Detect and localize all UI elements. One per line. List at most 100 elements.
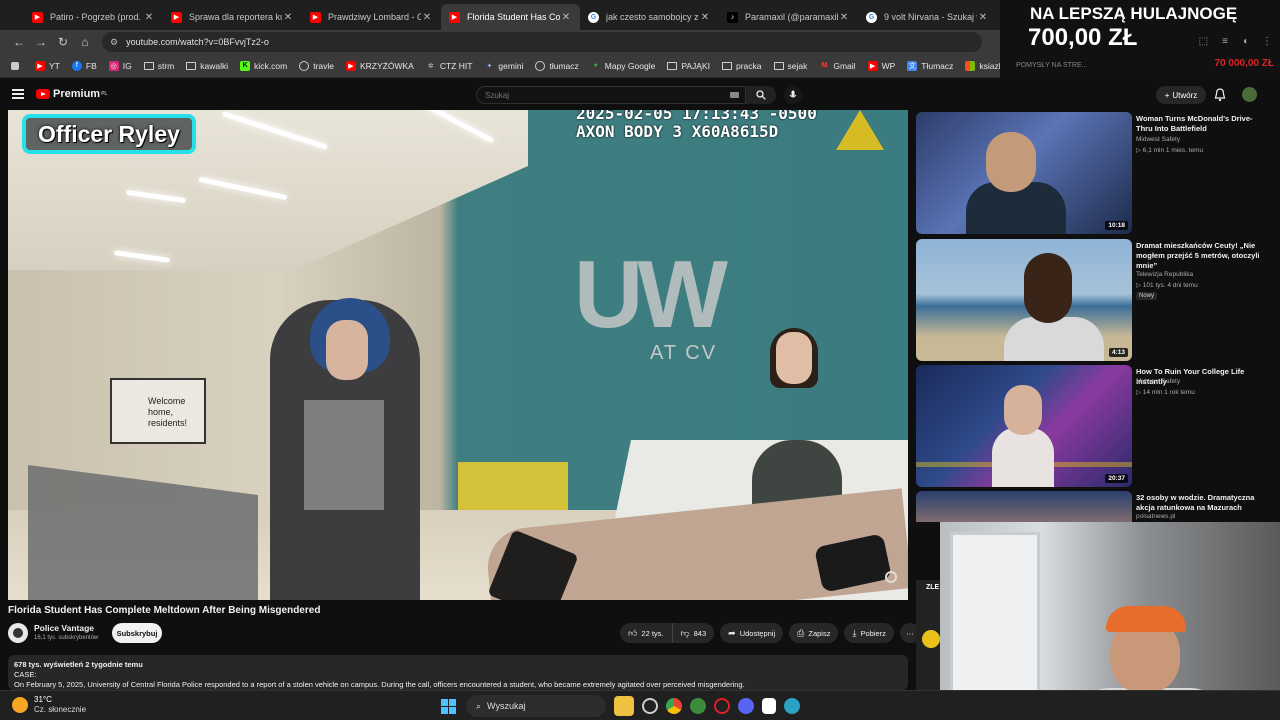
ad-subtext: POMYSŁY NA STRE... <box>1016 62 1088 69</box>
browser-tab[interactable]: G9 volt Nirvana - Szukaj w ✕ <box>858 4 997 30</box>
close-icon[interactable]: ✕ <box>143 12 155 23</box>
shield-app-icon[interactable] <box>690 698 706 714</box>
bookmark-item[interactable]: ▶ WP <box>863 56 901 76</box>
browser-tab[interactable]: ♪ Paramaxil (@paramaxil_) ✕ <box>719 4 858 30</box>
video-player[interactable]: UW AT CV Welcome home, residents! Office… <box>8 110 908 600</box>
browser-tab-active[interactable]: ▶Florida Student Has Comp✕ <box>441 4 580 30</box>
recommended-video[interactable]: 32 osoby w wodzie. Dramatyczna akcja rat… <box>916 491 1266 522</box>
bookmark-item[interactable]: tłumacz <box>530 56 583 76</box>
youtube-logo[interactable]: Premium PL <box>36 88 107 100</box>
bookmark-item[interactable]: ✦ gemini <box>479 56 528 76</box>
thumbs-up-icon: 👍︎ <box>628 627 638 638</box>
file-explorer-icon[interactable] <box>614 696 634 716</box>
close-icon[interactable]: ✕ <box>699 12 711 23</box>
document-app-icon[interactable] <box>762 698 776 714</box>
ad-red-amount: 70 000,00 ZŁ <box>1214 58 1274 69</box>
channel-avatar[interactable] <box>8 623 28 643</box>
dislike-button[interactable]: 👎︎ 843 <box>672 623 715 643</box>
microphone-icon <box>789 90 797 98</box>
bookmarks-bar: ▶ YT f FB ◎ IG strm kawalki Kkick.com travl… <box>0 54 1008 78</box>
chrome-icon[interactable] <box>666 698 682 714</box>
close-icon[interactable]: ✕ <box>560 12 572 23</box>
share-button[interactable]: ➦ Udostępnij <box>720 623 784 643</box>
subscribe-button[interactable]: Subskrybuj <box>112 623 162 643</box>
save-button[interactable]: ⎙ Zapisz <box>789 623 839 643</box>
bookmark-item[interactable]: ◎ IG <box>104 56 137 76</box>
opera-icon[interactable] <box>714 698 730 714</box>
bookmark-item[interactable]: kawalki <box>181 56 233 76</box>
google-icon: G <box>588 11 599 23</box>
new-badge: Nowy <box>1136 292 1158 300</box>
video-thumbnail[interactable] <box>916 491 1132 522</box>
close-icon[interactable]: ✕ <box>282 12 294 23</box>
recommended-video[interactable]: 20:37 How To Ruin Your College Life Inst… <box>916 365 1266 487</box>
download-button[interactable]: ⤓ Pobierz <box>844 623 894 643</box>
recommended-video[interactable]: 4:13 Dramat mieszkańców Ceuty! „Nie mogł… <box>916 239 1266 361</box>
hamburger-menu-icon[interactable] <box>12 89 24 99</box>
browser-tab[interactable]: ▶ Prawdziwy Lombard - Od ✕ <box>302 4 441 30</box>
video-thumbnail[interactable]: 20:37 <box>916 365 1132 487</box>
account-avatar[interactable] <box>1242 87 1257 102</box>
discord-icon[interactable] <box>738 698 754 714</box>
address-bar[interactable]: ⚙ youtube.com/watch?v=0BFvvjTz2-o <box>102 32 982 52</box>
playlist-icon[interactable]: ≡ <box>1222 36 1228 47</box>
search-button[interactable] <box>746 86 776 104</box>
windows-logo-icon <box>440 698 456 714</box>
bookmark-item[interactable]: PAJĄKI <box>662 56 715 76</box>
shield-icon[interactable]: ◖ <box>1242 36 1248 47</box>
search-icon <box>756 90 766 100</box>
apps-grid-icon[interactable] <box>6 56 28 76</box>
video-actions: 👍︎ 22 tys. 👎︎ 843 ➦ Udostępnij ⎙ Zapisz ⤓ Pob… <box>620 623 920 643</box>
bookmark-item[interactable]: f FB <box>67 56 102 76</box>
welcome-poster: Welcome home, residents! <box>110 378 206 444</box>
close-icon[interactable]: ✕ <box>977 12 989 23</box>
keyboard-icon[interactable] <box>730 92 739 98</box>
site-settings-icon[interactable]: ⚙ <box>110 37 118 48</box>
menu-dots-icon[interactable]: ⋮ <box>1262 36 1272 47</box>
start-button[interactable] <box>438 696 458 716</box>
recommended-video[interactable]: 10:18 Woman Turns McDonald's Drive-Thru … <box>916 112 1266 234</box>
bookmark-item[interactable]: travle <box>294 56 339 76</box>
close-icon[interactable]: ✕ <box>421 12 433 23</box>
back-arrow-icon[interactable]: ← <box>8 32 30 52</box>
bookmark-item[interactable]: ✲ CTZ HIT <box>421 56 478 76</box>
url-text: youtube.com/watch?v=0BFvvjTz2-o <box>126 37 269 47</box>
create-button[interactable]: + Utwórz <box>1156 86 1206 104</box>
bookmark-icon: ⎙ <box>797 627 805 638</box>
browser-tab[interactable]: Gjak czesto samobojcy zost✕ <box>580 4 719 30</box>
bookmark-item[interactable]: ▶ YT <box>30 56 65 76</box>
obs-icon[interactable] <box>642 698 658 714</box>
browser-tab[interactable]: ▶Patiro - Pogrzeb (prod. Be✕ <box>24 4 163 30</box>
kick-icon: K <box>240 60 251 71</box>
bookmark-item[interactable]: Kkick.com <box>235 56 292 76</box>
taskbar-search[interactable]: ⌕ Wyszukaj <box>466 695 606 717</box>
side-ad: ZLE <box>916 580 940 690</box>
close-icon[interactable]: ✕ <box>838 12 850 23</box>
forward-arrow-icon[interactable]: → <box>30 32 52 52</box>
bookmark-item[interactable]: ▶ KRZYŻÓWKA <box>341 56 419 76</box>
video-thumbnail[interactable]: 10:18 <box>916 112 1132 234</box>
globe-app-icon[interactable] <box>784 698 800 714</box>
bookmark-item[interactable]: M Gmail <box>814 56 860 76</box>
channel-name[interactable]: Police Vantage <box>34 623 94 633</box>
plus-icon: + <box>1164 90 1170 100</box>
home-icon[interactable]: ⌂ <box>74 32 96 52</box>
bookmark-item[interactable]: ● Mapy Google <box>586 56 661 76</box>
notifications-bell-icon[interactable] <box>1214 88 1226 102</box>
like-button[interactable]: 👍︎ 22 tys. <box>620 623 673 643</box>
channel-watermark-icon[interactable] <box>885 571 897 583</box>
bookmark-item[interactable]: sejak <box>769 56 813 76</box>
globe-icon <box>299 60 310 71</box>
browser-tab[interactable]: ▶ Sprawa dla reportera kup ✕ <box>163 4 302 30</box>
wall-logo-sub: AT CV <box>650 342 718 364</box>
video-thumbnail[interactable]: 4:13 <box>916 239 1132 361</box>
weather-widget[interactable]: 31°C Cz. słonecznie <box>12 695 86 715</box>
voice-search-button[interactable] <box>784 86 802 104</box>
reload-icon[interactable]: ↻ <box>52 32 74 52</box>
bookmark-item[interactable]: 文 Tłumacz <box>902 56 958 76</box>
bookmark-item[interactable]: pracka <box>717 56 767 76</box>
bookmark-item[interactable]: strm <box>139 56 180 76</box>
search-input[interactable]: Szukaj <box>476 86 746 104</box>
extension-icon[interactable]: ⬚ <box>1199 36 1208 47</box>
video-description[interactable]: 678 tys. wyświetleń 2 tygodnie temu CASE… <box>8 655 908 690</box>
